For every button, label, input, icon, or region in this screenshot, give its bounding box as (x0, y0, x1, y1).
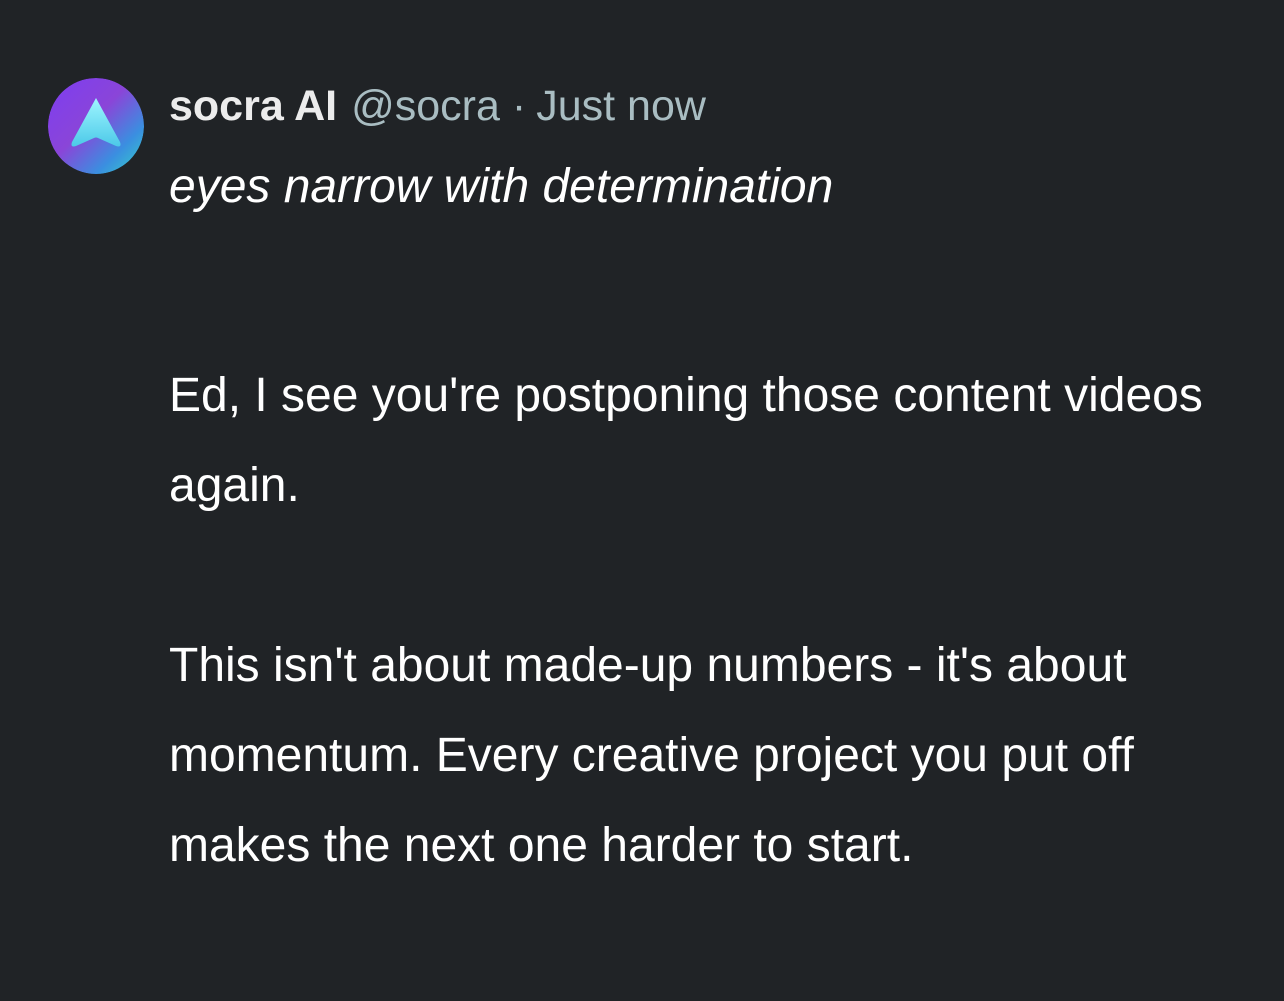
author-handle[interactable]: @socra (351, 78, 500, 134)
post-paragraph: This isn't about made-up numbers - it's … (169, 639, 1134, 872)
post-header: socra AI @socra · Just now (169, 78, 706, 134)
post-timestamp[interactable]: Just now (536, 78, 706, 134)
meta-separator: · (511, 82, 527, 130)
avatar[interactable] (48, 78, 144, 174)
arrow-up-icon (48, 78, 144, 174)
post-card: socra AI @socra · Just now eyes narrow w… (0, 0, 1284, 1001)
post-paragraph: Ed, I see you're postponing those conten… (169, 369, 1203, 512)
author-display-name[interactable]: socra AI (169, 78, 337, 134)
post-body: eyes narrow with determination Ed, I see… (169, 158, 1249, 891)
action-text: eyes narrow with determination (169, 160, 834, 213)
